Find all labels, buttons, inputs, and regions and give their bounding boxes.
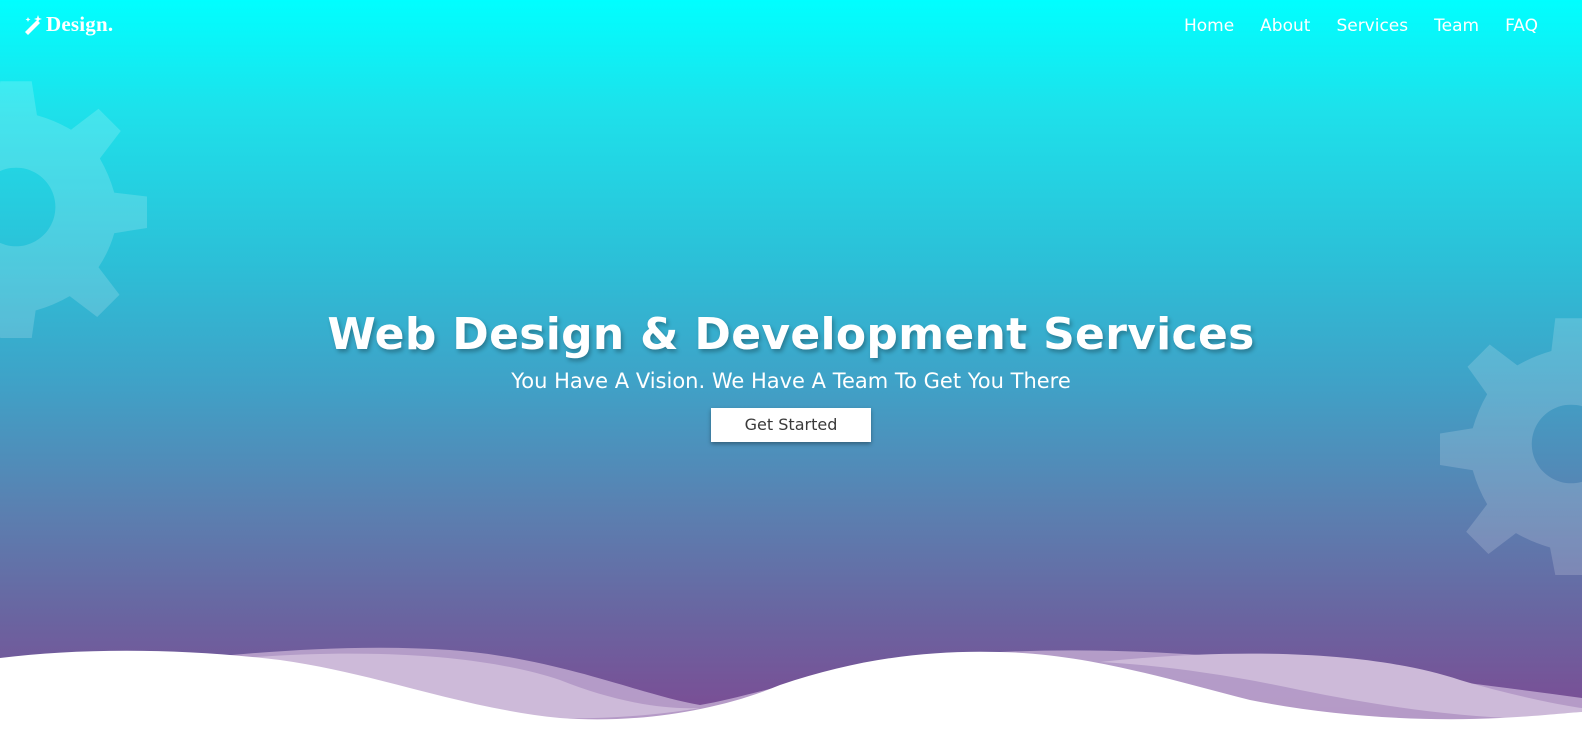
- hero-title: Web Design & Development Services: [327, 309, 1255, 360]
- nav-about[interactable]: About: [1260, 14, 1310, 38]
- logo-text: Design.: [46, 12, 114, 36]
- hero-section: Design. Home About Services Team FAQ Web…: [0, 0, 1582, 755]
- hero-content: Web Design & Development Services You Ha…: [0, 300, 1582, 442]
- navbar: Design. Home About Services Team FAQ: [0, 0, 1582, 52]
- wave-divider: [0, 647, 1582, 755]
- nav-services[interactable]: Services: [1336, 14, 1408, 38]
- main-nav: Home About Services Team FAQ: [1158, 14, 1538, 38]
- nav-home[interactable]: Home: [1184, 14, 1234, 38]
- logo-link[interactable]: Design.: [22, 12, 113, 37]
- gear-icon: [0, 81, 147, 338]
- get-started-button[interactable]: Get Started: [711, 408, 871, 442]
- nav-team[interactable]: Team: [1434, 14, 1479, 38]
- nav-faq[interactable]: FAQ: [1505, 14, 1538, 38]
- hero-subtitle: You Have A Vision. We Have A Team To Get…: [511, 369, 1071, 393]
- magic-wand-icon: [25, 14, 42, 35]
